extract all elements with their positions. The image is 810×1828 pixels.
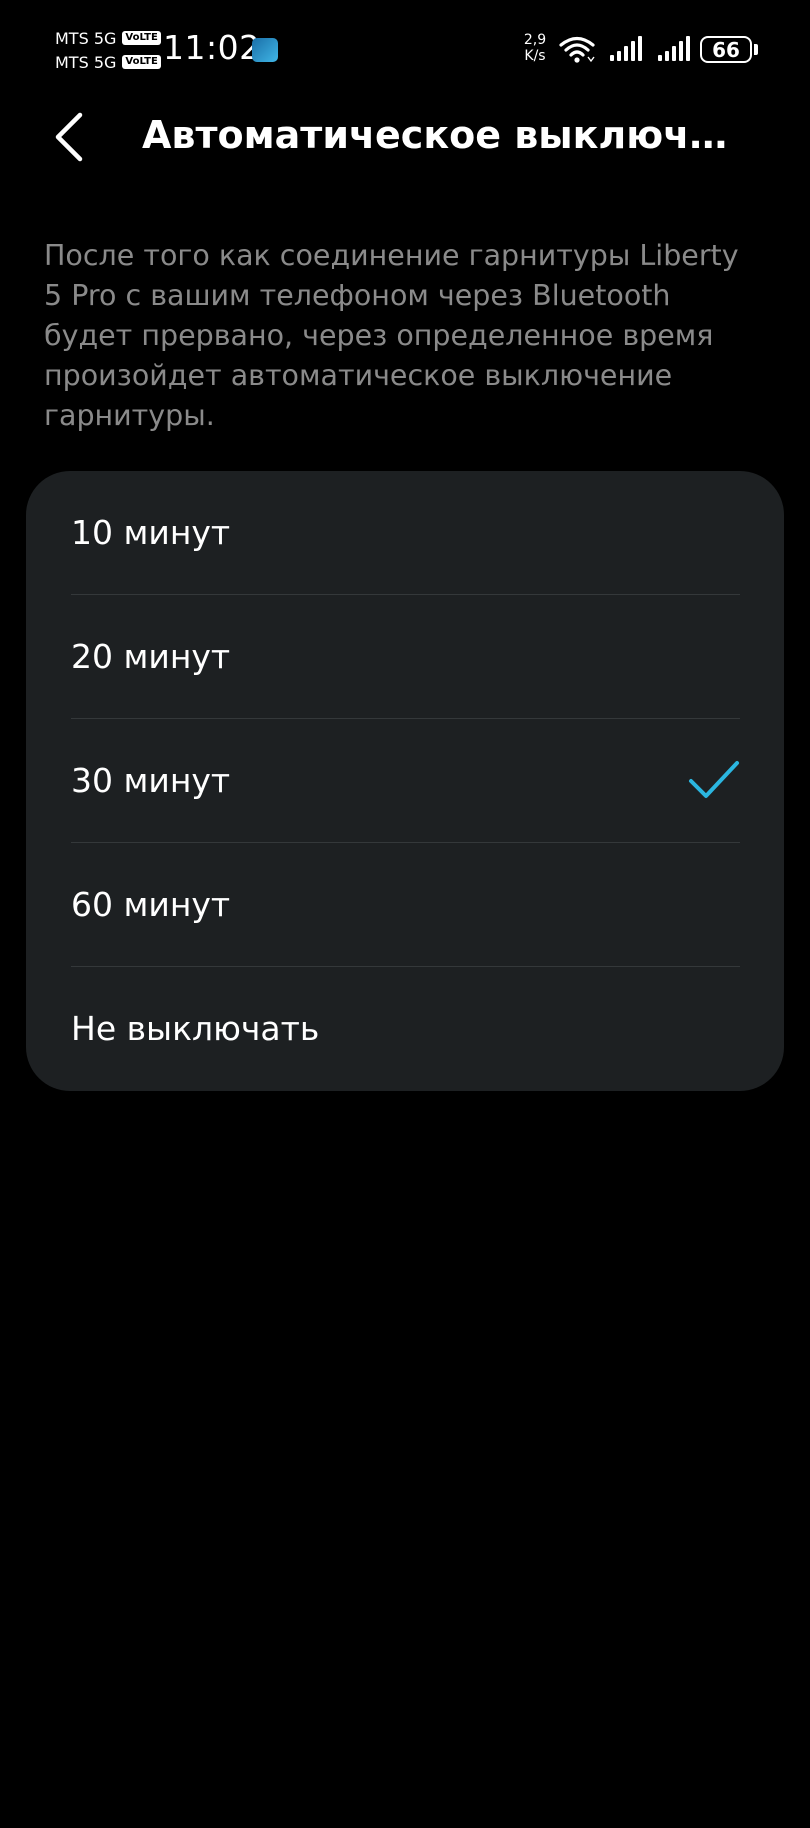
carrier-row: MTS 5G VoLTE bbox=[55, 26, 165, 50]
option-label: 30 минут bbox=[71, 761, 231, 800]
status-clock: 11:02 bbox=[163, 28, 261, 67]
option-60-minutes[interactable]: 60 минут bbox=[26, 843, 784, 967]
option-label: Не выключать bbox=[71, 1009, 320, 1048]
network-speed-value: 2,9 bbox=[523, 32, 547, 48]
wifi-icon bbox=[559, 36, 595, 63]
volte-badge: VoLTE bbox=[122, 55, 161, 69]
signal-icon bbox=[658, 36, 690, 61]
option-never-off[interactable]: Не выключать bbox=[26, 967, 784, 1091]
carrier-name: MTS 5G bbox=[55, 28, 117, 48]
auto-off-options-list: 10 минут 20 минут 30 минут 60 минут Не в… bbox=[26, 471, 784, 1091]
page-title: Автоматическое выключ… bbox=[142, 113, 728, 157]
option-label: 20 минут bbox=[71, 637, 231, 676]
battery-tip bbox=[754, 44, 758, 55]
option-30-minutes[interactable]: 30 минут bbox=[26, 719, 784, 843]
battery-level: 66 bbox=[712, 37, 740, 62]
network-speed-unit: K/s bbox=[524, 48, 546, 64]
option-label: 60 минут bbox=[71, 885, 231, 924]
carrier-row: MTS 5G VoLTE bbox=[55, 50, 165, 74]
option-20-minutes[interactable]: 20 минут bbox=[26, 595, 784, 719]
option-label: 10 минут bbox=[71, 513, 231, 552]
option-10-minutes[interactable]: 10 минут bbox=[26, 471, 784, 595]
checkmark-icon bbox=[689, 761, 739, 798]
signal-icon bbox=[610, 36, 642, 61]
status-bar: MTS 5G VoLTE MTS 5G VoLTE 11:02 2,9 K/s bbox=[0, 0, 810, 100]
carrier-name: MTS 5G bbox=[55, 52, 117, 72]
back-button[interactable] bbox=[44, 107, 96, 167]
battery-icon: 66 bbox=[700, 36, 752, 63]
notification-app-icon bbox=[252, 38, 278, 62]
network-speed: 2,9 K/s bbox=[520, 32, 550, 64]
chevron-left-icon bbox=[55, 112, 83, 162]
volte-badge: VoLTE bbox=[122, 31, 161, 45]
carrier-info: MTS 5G VoLTE MTS 5G VoLTE bbox=[55, 26, 165, 74]
description-text: После того как соединение гарнитуры Libe… bbox=[44, 239, 739, 432]
